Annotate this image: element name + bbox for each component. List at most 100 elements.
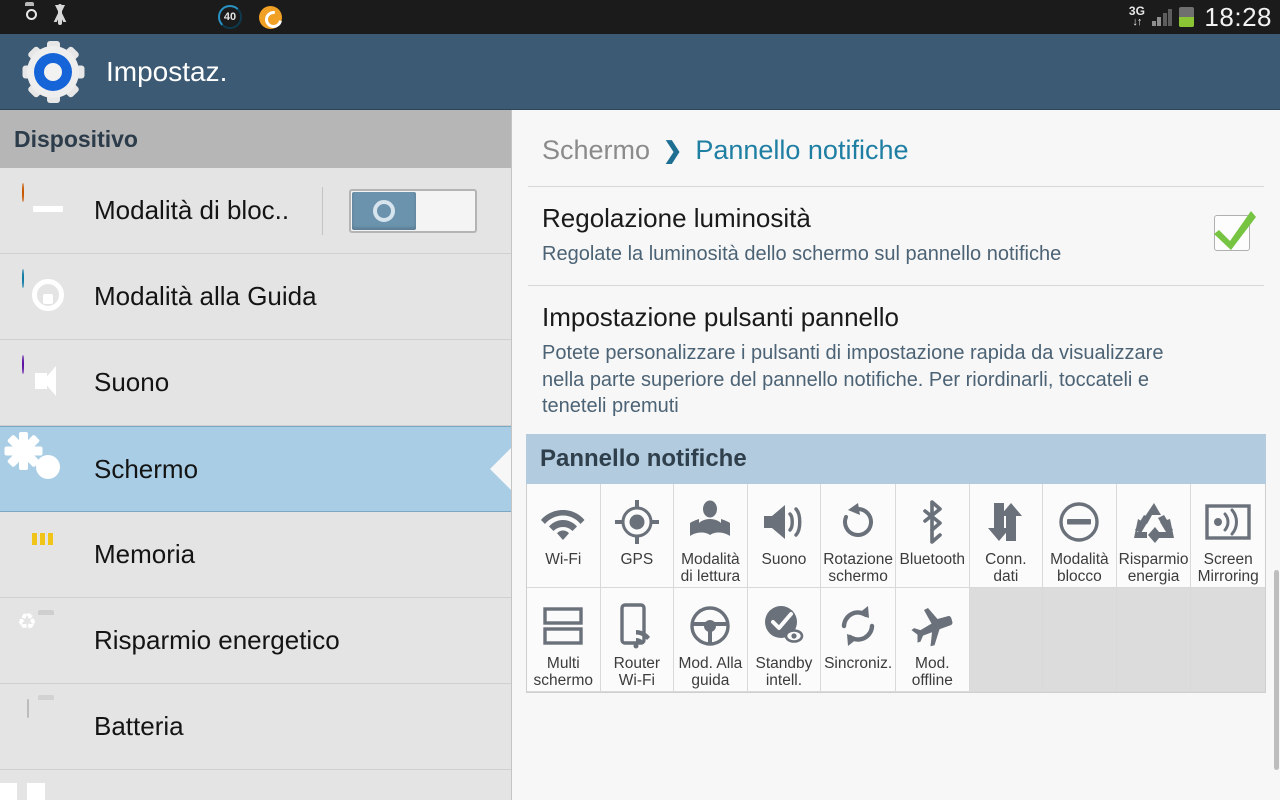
quick-tile-empty (1191, 587, 1265, 692)
airplane-mode-icon (909, 600, 955, 652)
app-header: Impostaz. (0, 34, 1280, 110)
sidebar-item-schermo[interactable]: Schermo (0, 426, 511, 512)
setting-description: Potete personalizzare i pulsanti di impo… (542, 342, 1164, 418)
setting-row-impostazione-pulsanti-pannello[interactable]: Impostazione pulsanti pannello Potete pe… (512, 286, 1280, 434)
quick-tile-empty (1043, 587, 1117, 692)
sidebar-item-label: Risparmio energetico (94, 625, 340, 655)
screen-mirroring-icon (1205, 496, 1251, 548)
status-notification-icons: 40 (18, 3, 1129, 29)
battery-icon (22, 698, 76, 754)
quick-tile-label: Screen Mirroring (1197, 550, 1259, 586)
breadcrumb-parent[interactable]: Schermo (542, 135, 650, 166)
quick-tile-mod-alla-guida[interactable]: Mod. Alla guida (674, 587, 748, 692)
settings-sidebar[interactable]: Dispositivo Modalità di bloc.. Modalità … (0, 110, 512, 800)
quick-tile-wifi[interactable]: Wi-Fi (527, 483, 601, 588)
sidebar-item-label: Memoria (94, 539, 196, 569)
quick-tile-gps[interactable]: GPS (600, 483, 675, 588)
storage-card-icon (22, 528, 76, 582)
sound-icon (761, 496, 807, 548)
setting-title: Impostazione pulsanti pannello (542, 302, 900, 333)
quick-tile-router-wifi[interactable]: Router Wi-Fi (600, 587, 675, 692)
checkmark-icon (1214, 211, 1256, 250)
applications-icon (0, 773, 76, 800)
quick-tile-multi-schermo[interactable]: Multi schermo (527, 587, 601, 692)
sound-icon (22, 354, 76, 410)
gps-icon (614, 496, 659, 548)
detail-pane: Schermo ❯ Pannello notifiche Regolazione… (512, 110, 1280, 800)
mobile-data-icon (985, 496, 1027, 548)
block-mode-icon (22, 182, 76, 238)
reading-mode-icon (688, 496, 732, 548)
quick-tile-rotazione-schermo[interactable]: Rotazione schermo (821, 483, 897, 588)
sidebar-item-label: Modalità di bloc.. (94, 195, 290, 225)
quick-tile-label: Wi-Fi (545, 550, 582, 568)
facebook-icon (138, 6, 161, 29)
power-saving-icon (1132, 496, 1176, 548)
quick-tile-modalita-blocco[interactable]: Modalità blocco (1043, 483, 1117, 588)
quick-tile-standby-intell[interactable]: Standby intell. (747, 587, 822, 692)
network-3g-icon: 3G ↓↑ (1129, 5, 1145, 28)
brightness-adjustment-checkbox[interactable] (1214, 211, 1256, 251)
bluetooth-icon (915, 496, 949, 548)
sidebar-item-modalita-di-blocco[interactable]: Modalità di bloc.. (0, 168, 511, 254)
screen-rotation-icon (837, 496, 879, 548)
wifi-icon (540, 496, 586, 548)
chevron-right-icon: ❯ (663, 137, 683, 163)
quick-tile-label: GPS (620, 550, 654, 568)
sidebar-item-label: Suono (94, 367, 170, 397)
quick-tile-label: Sincroniz. (824, 654, 893, 672)
quick-tile-mod-offline[interactable]: Mod. offline (896, 587, 970, 692)
driving-mode-icon (22, 268, 76, 324)
display-icon (4, 431, 76, 496)
blocking-mode-icon (1057, 496, 1101, 548)
quick-tile-screen-mirroring[interactable]: Screen Mirroring (1191, 483, 1265, 588)
quick-tile-label: Modalità di lettura (680, 550, 741, 586)
sidebar-item-label: Schermo (94, 453, 199, 484)
sidebar-item-applicazioni[interactable] (0, 770, 511, 800)
section-header-pannello-notifiche: Pannello notifiche (526, 433, 1266, 484)
quick-tile-label: Mod. Alla guida (678, 654, 743, 690)
status-bar: 40 3G ↓↑ 18:28 (0, 0, 1280, 34)
sidebar-item-risparmio-energetico[interactable]: ♻ Risparmio energetico (0, 598, 511, 684)
sidebar-item-label: Modalità alla Guida (94, 281, 317, 311)
quick-tile-label: Risparmio energia (1118, 550, 1189, 586)
blocking-mode-toggle[interactable] (349, 188, 477, 233)
quick-tile-suono[interactable]: Suono (747, 483, 822, 588)
sidebar-item-suono[interactable]: Suono (0, 340, 511, 426)
status-system-icons: 3G ↓↑ 18:28 (1129, 2, 1272, 33)
quick-tile-conn-dati[interactable]: Conn. dati (969, 483, 1044, 588)
setting-row-regolazione-luminosita[interactable]: Regolazione luminosità Regolate la lumin… (512, 187, 1280, 285)
app-title: Impostaz. (106, 55, 228, 87)
sidebar-item-batteria[interactable]: Batteria (0, 684, 511, 770)
sidebar-item-memoria[interactable]: Memoria (0, 512, 511, 598)
main-content: Dispositivo Modalità di bloc.. Modalità … (0, 110, 1280, 800)
vertical-scrollbar[interactable] (1274, 570, 1279, 770)
breadcrumb-current: Pannello notifiche (695, 135, 909, 165)
quick-tile-empty (1116, 587, 1192, 692)
tablet-screen: 40 3G ↓↑ 18:28 Impostaz. Dispositivo Mod… (0, 0, 1280, 800)
quick-tile-sincronizzazione[interactable]: Sincroniz. (821, 587, 897, 692)
facebook-icon (178, 6, 201, 29)
smart-stay-icon (761, 600, 807, 652)
quick-tile-label: Conn. dati (985, 550, 1027, 586)
quick-tile-label: Multi schermo (533, 654, 593, 690)
quick-tile-modalita-di-lettura[interactable]: Modalità di lettura (674, 483, 748, 588)
quick-settings-grid[interactable]: Wi-Fi GPS Modalità di lettura Suono Rota… (526, 483, 1266, 693)
quick-tile-label: Suono (761, 550, 807, 568)
badge-count: 40 (223, 11, 237, 23)
quick-tile-bluetooth[interactable]: Bluetooth (896, 483, 970, 588)
facebook-icon (98, 6, 121, 29)
settings-gear-icon (22, 40, 84, 103)
divider (322, 186, 323, 235)
setting-description: Regolate la luminosità dello schermo sul… (542, 242, 1062, 265)
sidebar-item-modalita-alla-guida[interactable]: Modalità alla Guida (0, 254, 511, 340)
clock: 18:28 (1204, 1, 1272, 32)
selection-arrow-icon (490, 447, 511, 491)
badge-40-icon: 40 (218, 5, 242, 29)
sync-icon (837, 600, 879, 652)
quick-tile-label: Bluetooth (899, 550, 966, 568)
wifi-hotspot-icon (616, 600, 658, 652)
quick-tile-label: Standby intell. (755, 654, 813, 690)
quick-tile-risparmio-energia[interactable]: Risparmio energia (1116, 483, 1192, 588)
signal-strength-icon (1151, 8, 1173, 26)
